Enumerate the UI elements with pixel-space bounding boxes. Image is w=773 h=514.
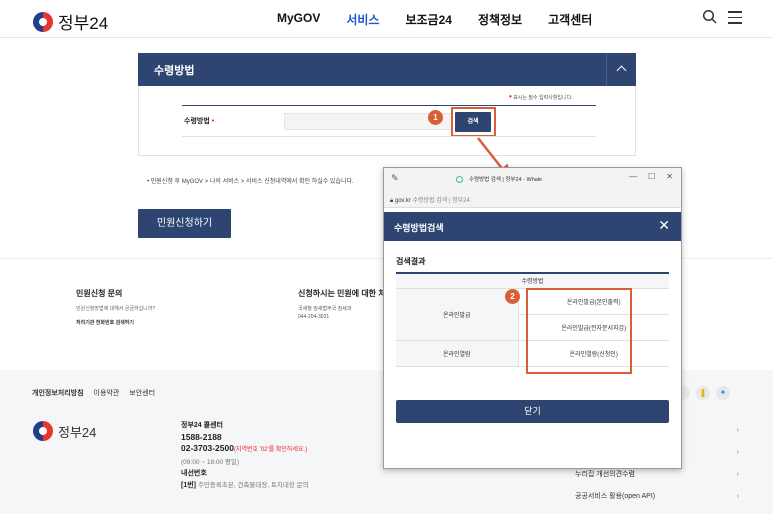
terms-link[interactable]: 이용약관 bbox=[94, 388, 120, 398]
close-icon[interactable]: ✕ bbox=[658, 217, 670, 234]
phone-search-link[interactable]: 처리기관 전화번호 검색하기 bbox=[76, 319, 155, 326]
close-window-icon[interactable]: ✕ bbox=[666, 172, 673, 181]
agency-phone: 044-204-3021 bbox=[298, 314, 330, 320]
step-badge-1: 1 bbox=[428, 110, 443, 125]
method-input[interactable] bbox=[284, 113, 452, 130]
result-title: 검색결과 bbox=[396, 257, 426, 266]
nav-policy[interactable]: 정책정보 bbox=[478, 11, 522, 28]
pin-icon[interactable]: ✎ bbox=[391, 173, 399, 184]
inquiry-title: 민원신청 문의 bbox=[76, 289, 123, 298]
logo-text: 정부24 bbox=[58, 14, 109, 33]
twitter-icon[interactable]: ✦ bbox=[716, 386, 730, 400]
footer-logo: 정부24 bbox=[33, 421, 96, 441]
inquiry-info: 민원신청 문의 민원신청방법에 대해서 궁금하십니까? 처리기관 전화번호 검색… bbox=[76, 288, 155, 326]
collapse-button[interactable] bbox=[606, 53, 636, 86]
maximize-icon[interactable]: ☐ bbox=[648, 172, 655, 181]
top-header: 정부24 MyGOV 서비스 보조금24 정책정보 고객센터 bbox=[0, 0, 773, 38]
gov24-logo[interactable]: 정부24 bbox=[33, 9, 108, 34]
callcenter-phone2: 02-3703-2500 bbox=[181, 443, 234, 453]
main-nav: MyGOV 서비스 보조금24 정책정보 고객센터 bbox=[277, 11, 592, 28]
table-header: 수령방법 bbox=[396, 272, 669, 289]
social-links: ❚ ✦ bbox=[676, 386, 730, 400]
kakao-icon[interactable]: ❚ bbox=[696, 386, 710, 400]
guide-text: • 민원신청 후 MyGOV > 나의 서비스 > 서비스 신청내역에서 확인 … bbox=[147, 179, 354, 185]
agency-title: 신청하시는 민원에 대한 처 bbox=[298, 289, 386, 298]
popup-tab: 수령방법 검색 | 정부24 - Whale bbox=[456, 175, 542, 184]
url-text: 🔒︎ gov.kr 수령방법 검색 | 정부24 bbox=[390, 198, 470, 204]
section-header: 수령방법 bbox=[138, 53, 636, 86]
whale-icon bbox=[456, 176, 463, 184]
footer-links: 개인정보처리방침 이용약관 보안센터 bbox=[32, 388, 155, 398]
highlight-box-options bbox=[526, 288, 632, 374]
nav-subsidy[interactable]: 보조금24 bbox=[405, 11, 451, 28]
privacy-policy-link[interactable]: 개인정보처리방침 bbox=[32, 388, 84, 398]
ext-title: 내선번호 bbox=[181, 470, 207, 477]
callcenter-hours: (09:00 ~ 18:00 평일) bbox=[181, 458, 240, 466]
inquiry-sub: 민원신청방법에 대해서 궁금하십니까? bbox=[76, 306, 156, 312]
lock-icon: 🔒︎ bbox=[390, 198, 394, 204]
popup-header: 수령방법검색 ✕ bbox=[384, 212, 681, 241]
callcenter-info: 정부24 콜센터 1588-2188 02-3703-2500(지역번호 '02… bbox=[181, 420, 309, 491]
highlight-box-search bbox=[451, 107, 496, 137]
callcenter-title: 정부24 콜센터 bbox=[181, 422, 223, 429]
phone2-note: (지역번호 '02'를 확인하세요.) bbox=[233, 447, 308, 453]
close-button[interactable]: 닫기 bbox=[396, 400, 669, 423]
search-icon[interactable] bbox=[702, 9, 718, 25]
popup-title: 수령방법검색 bbox=[394, 223, 444, 233]
gov24-footer-logo-icon bbox=[33, 421, 53, 441]
chevron-up-icon bbox=[616, 65, 627, 76]
nav-service[interactable]: 서비스 bbox=[346, 11, 379, 28]
window-controls: — ☐ ✕ bbox=[629, 172, 673, 181]
step-badge-2: 2 bbox=[505, 289, 520, 304]
security-center-link[interactable]: 보안센터 bbox=[129, 388, 155, 398]
minimize-icon[interactable]: — bbox=[629, 172, 637, 181]
section-title: 수령방법 bbox=[154, 65, 195, 77]
agency-info: 신청하시는 민원에 대한 처 국세청 징세법무국 징세과 044-204-302… bbox=[298, 288, 386, 321]
nav-customer-center[interactable]: 고객센터 bbox=[548, 11, 592, 28]
agency-dept: 국세청 징세법무국 징세과 bbox=[298, 306, 352, 312]
method-search-popup: ✎ 수령방법 검색 | 정부24 - Whale — ☐ ✕ 🔒︎ gov.kr… bbox=[383, 167, 682, 469]
open-api-link[interactable]: 공공서비스 활용(open API) › bbox=[575, 486, 745, 508]
category-cell: 온라인발급 bbox=[396, 288, 519, 341]
gov24-logo-icon bbox=[33, 11, 53, 32]
ext1-desc: 주민등록초본, 건축물대장, 토지대장 문의 bbox=[197, 481, 309, 489]
ext1-num: [1번] bbox=[181, 481, 196, 489]
popup-urlbar: 🔒︎ gov.kr 수령방법 검색 | 정부24 bbox=[384, 190, 681, 208]
method-label: 수령방법 • bbox=[184, 118, 215, 125]
nav-mygov[interactable]: MyGOV bbox=[277, 11, 320, 28]
callcenter-phone1: 1588-2188 bbox=[181, 431, 222, 442]
hamburger-menu-icon[interactable] bbox=[728, 11, 742, 24]
required-note: • 표시는 필수 입력사항입니다. bbox=[509, 92, 573, 101]
category-cell: 온라인열람 bbox=[396, 340, 519, 367]
apply-button[interactable]: 민원신청하기 bbox=[138, 209, 231, 238]
form-divider-bottom bbox=[182, 136, 596, 137]
form-divider bbox=[182, 105, 596, 106]
popup-titlebar: ✎ 수령방법 검색 | 정부24 - Whale — ☐ ✕ bbox=[384, 168, 681, 190]
